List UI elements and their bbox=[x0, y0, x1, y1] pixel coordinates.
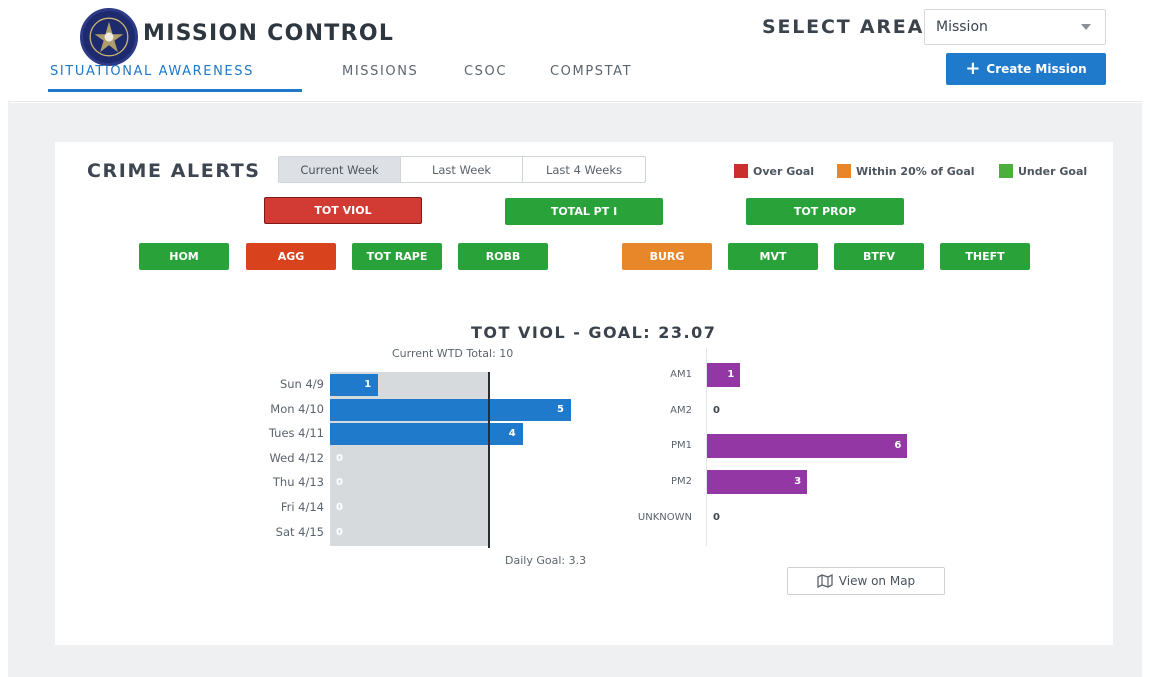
shift-bar-value: 6 bbox=[894, 440, 902, 452]
day-label: Mon 4/10 bbox=[270, 401, 324, 416]
alert-total-pt-i[interactable]: TOTAL PT I bbox=[505, 198, 663, 225]
badge-icon bbox=[84, 12, 134, 62]
shift-bar[interactable] bbox=[707, 470, 808, 495]
daily-bar-value: 0 bbox=[336, 452, 343, 464]
daily-goal-line bbox=[488, 372, 490, 548]
daily-bar-value: 4 bbox=[508, 428, 516, 440]
alert-mvt[interactable]: MVT bbox=[728, 243, 818, 270]
area-select-value: Mission bbox=[936, 19, 988, 35]
tab-situational-awareness[interactable]: SITUATIONAL AWARENESS bbox=[48, 60, 302, 92]
area-select[interactable]: Mission bbox=[924, 9, 1106, 45]
legend-label: Within 20% of Goal bbox=[856, 164, 975, 178]
day-label: Sun 4/9 bbox=[279, 377, 324, 391]
period-current-week[interactable]: Current Week bbox=[279, 157, 401, 182]
legend-label: Over Goal bbox=[753, 164, 815, 178]
alert-agg[interactable]: AGG bbox=[246, 243, 336, 270]
alert-tot-rape[interactable]: TOT RAPE bbox=[352, 243, 442, 270]
chevron-down-icon bbox=[1081, 24, 1091, 30]
daily-bar[interactable] bbox=[330, 398, 571, 421]
legend-within-goal: Within 20% of Goal bbox=[837, 164, 975, 178]
daily-bar-value: 0 bbox=[336, 526, 343, 538]
shift-label: PM2 bbox=[670, 476, 692, 488]
shift-label: AM1 bbox=[670, 369, 692, 380]
daily-bar-value: 1 bbox=[364, 379, 372, 390]
map-icon bbox=[817, 574, 833, 588]
alert-hom[interactable]: HOM bbox=[139, 243, 229, 270]
alert-btfv[interactable]: BTFV bbox=[834, 243, 924, 270]
app-title: MISSION CONTROL bbox=[143, 21, 395, 46]
crime-alerts-title: CRIME ALERTS bbox=[87, 160, 261, 182]
day-label: Fri 4/14 bbox=[280, 500, 324, 514]
main-nav: SITUATIONAL AWARENESS MISSIONS CSOC COMP… bbox=[48, 60, 682, 92]
tab-csoc[interactable]: CSOC bbox=[464, 60, 510, 92]
alert-theft[interactable]: THEFT bbox=[940, 243, 1030, 270]
day-label: Sat 4/15 bbox=[275, 524, 324, 539]
plus-icon: + bbox=[965, 58, 981, 79]
wtd-total: Current WTD Total: 10 bbox=[392, 347, 514, 360]
day-label: Wed 4/12 bbox=[269, 450, 324, 465]
period-selector: Current Week Last Week Last 4 Weeks bbox=[278, 156, 646, 183]
shift-bar-value: 0 bbox=[713, 404, 720, 416]
period-last-week[interactable]: Last Week bbox=[401, 157, 523, 182]
shift-label: AM2 bbox=[670, 404, 692, 416]
select-area-label: SELECT AREA bbox=[762, 16, 925, 38]
create-mission-button[interactable]: + Create Mission bbox=[946, 53, 1106, 85]
within-goal-swatch bbox=[837, 164, 851, 178]
create-mission-label: Create Mission bbox=[986, 62, 1087, 76]
view-on-map-button[interactable]: View on Map bbox=[787, 567, 945, 595]
daily-bar[interactable] bbox=[330, 423, 523, 446]
chart-title: TOT VIOL - GOAL: 23.07 bbox=[471, 323, 717, 342]
alert-tot-prop[interactable]: TOT PROP bbox=[746, 198, 904, 225]
shift-bar[interactable] bbox=[707, 434, 908, 459]
view-on-map-label: View on Map bbox=[838, 574, 916, 588]
day-label: Thu 4/13 bbox=[272, 475, 324, 490]
legend-over-goal: Over Goal bbox=[734, 164, 814, 178]
shift-label: UNKNOWN bbox=[637, 511, 692, 523]
shift-bar-value: 3 bbox=[794, 476, 802, 488]
tab-missions[interactable]: MISSIONS bbox=[342, 60, 424, 92]
shift-bar[interactable] bbox=[707, 363, 741, 387]
shift-label: PM1 bbox=[670, 440, 692, 452]
legend-label: Under Goal bbox=[1018, 164, 1088, 178]
period-last-4-weeks[interactable]: Last 4 Weeks bbox=[523, 157, 645, 182]
daily-bar-value: 5 bbox=[557, 403, 564, 415]
under-goal-swatch bbox=[999, 164, 1013, 178]
over-goal-swatch bbox=[734, 164, 748, 178]
department-logo bbox=[80, 8, 138, 66]
alert-burg[interactable]: BURG bbox=[622, 243, 712, 270]
day-label: Tues 4/11 bbox=[268, 426, 324, 441]
tab-compstat[interactable]: COMPSTAT bbox=[550, 60, 640, 92]
shift-bar-value: 1 bbox=[727, 369, 735, 380]
daily-bar-value: 0 bbox=[336, 477, 343, 489]
daily-goal-label: Daily Goal: 3.3 bbox=[505, 554, 587, 567]
alert-robb[interactable]: ROBB bbox=[458, 243, 548, 270]
alert-tot-viol[interactable]: TOT VIOL bbox=[264, 197, 422, 224]
legend-under-goal: Under Goal bbox=[999, 164, 1087, 178]
shift-bar-value: 0 bbox=[713, 511, 720, 523]
daily-bar-value: 0 bbox=[336, 502, 343, 513]
